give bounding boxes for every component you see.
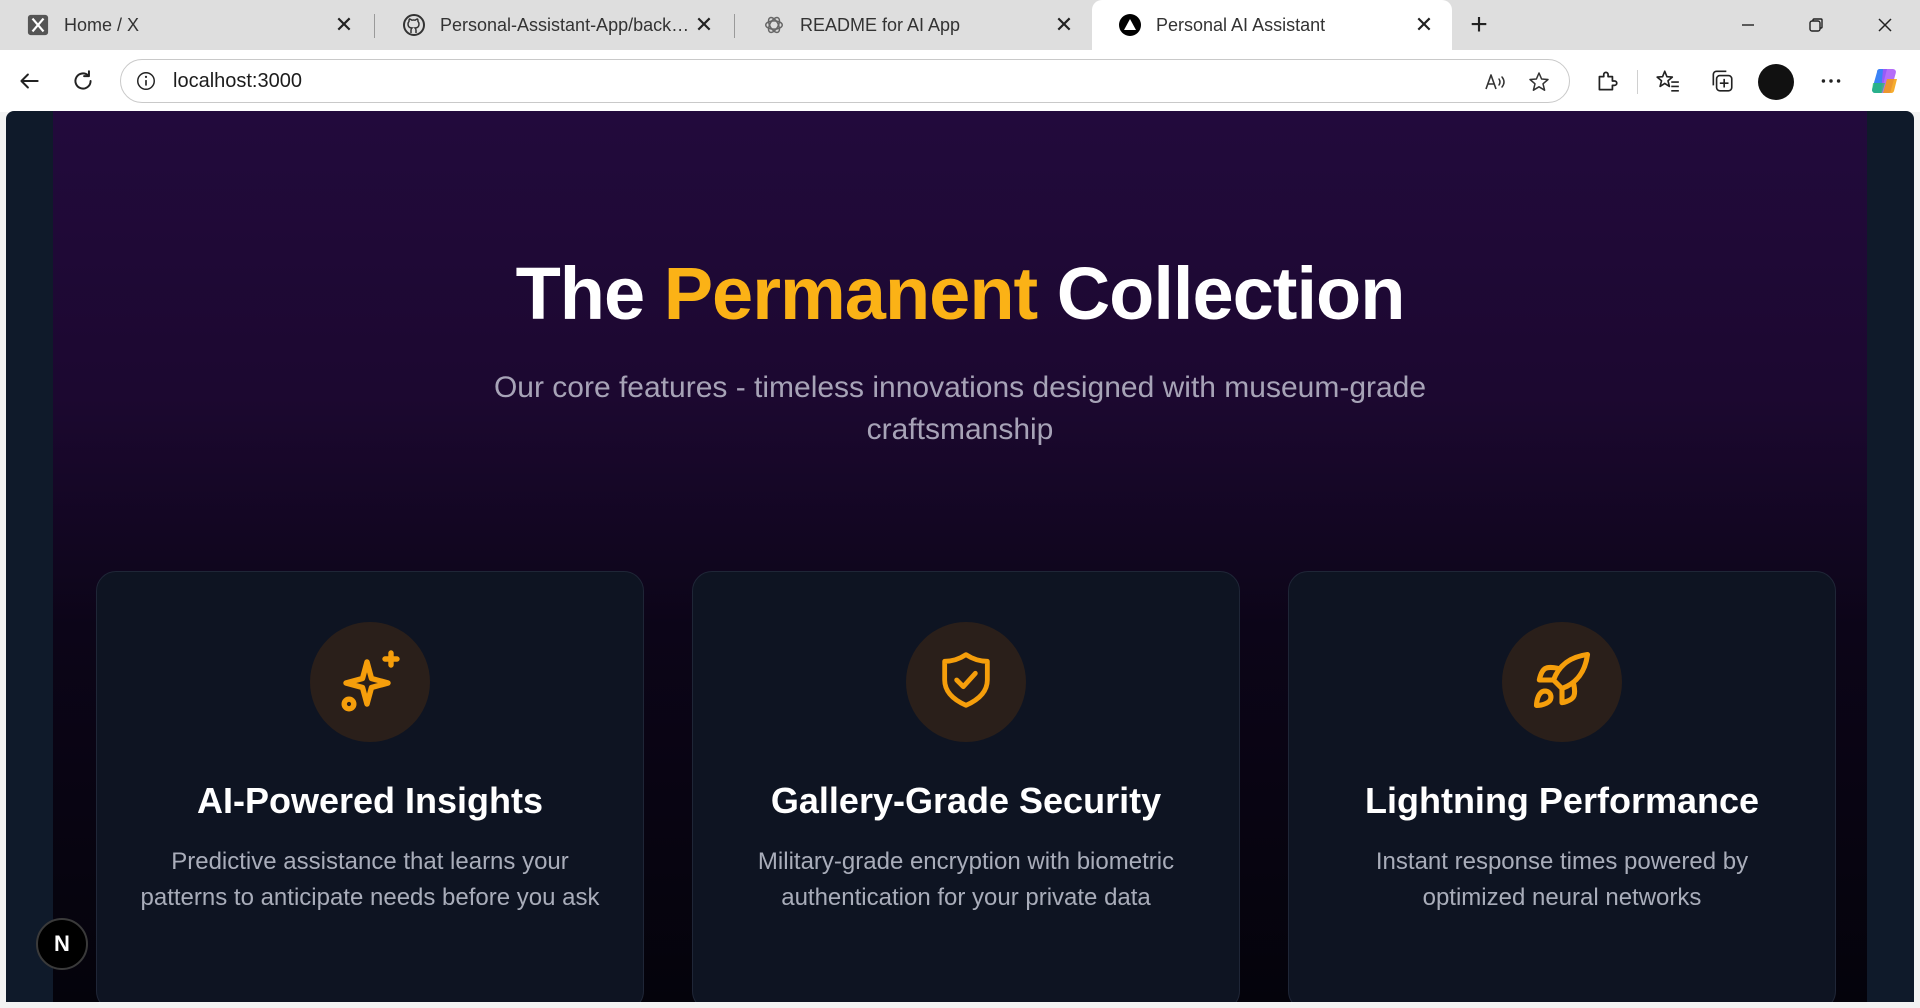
page-viewport: The Permanent Collection Our core featur… [6,111,1914,1002]
refresh-button[interactable] [64,62,102,100]
close-icon[interactable]: ✕ [690,11,718,39]
tab-divider [374,14,375,38]
shield-check-icon [934,648,998,717]
read-aloud-icon[interactable] [1481,68,1509,96]
tab-strip: Home / X ✕ Personal-Assistant-App/backen… [0,0,1920,50]
tab-title: README for AI App [800,14,961,35]
vercel-triangle-icon [1118,13,1142,37]
openai-icon [762,13,786,37]
heading-accent-word: Permanent [663,252,1038,335]
close-icon[interactable]: ✕ [1410,11,1438,39]
nextjs-badge-label: N [54,931,70,956]
tab-personal-ai-assistant[interactable]: Personal AI Assistant ✕ [1092,0,1452,50]
feature-card: Lightning Performance Instant response t… [1288,571,1836,1002]
tab-readme[interactable]: README for AI App ✕ [736,0,1092,50]
section-subtitle: Our core features - timeless innovations… [493,371,1427,446]
close-window-button[interactable] [1850,0,1920,50]
heading-word: The [515,252,646,335]
site-info-icon[interactable] [133,68,159,94]
tab-home-x[interactable]: Home / X ✕ [0,0,372,50]
tab-title: Home / X [64,14,140,35]
restore-button[interactable] [1781,0,1851,50]
feature-title: AI-Powered Insights [196,780,544,821]
extensions-icon[interactable] [1588,62,1626,100]
section-heading: The Permanent Collection [53,251,1867,336]
close-icon[interactable]: ✕ [1050,11,1078,39]
back-button[interactable] [10,62,48,100]
feature-description: Military-grade encryption with biometric… [757,848,1175,911]
feature-card: AI-Powered Insights Predictive assistanc… [96,571,644,1002]
feature-title: Gallery-Grade Security [770,780,1162,821]
features-section: The Permanent Collection Our core featur… [53,111,1867,1002]
favorite-star-icon[interactable] [1525,68,1553,96]
close-icon[interactable]: ✕ [330,11,358,39]
tab-divider [734,14,735,38]
profile-avatar[interactable] [1758,64,1794,100]
rocket-icon [1528,646,1596,719]
copilot-icon[interactable] [1866,62,1904,100]
sparkles-icon [334,644,406,721]
tab-title: Personal AI Assistant [1156,14,1326,35]
tab-github[interactable]: Personal-Assistant-App/backend/ ✕ [376,0,732,50]
github-icon [402,13,426,37]
favorites-icon[interactable] [1649,62,1687,100]
browser-toolbar: localhost:3000 [0,50,1920,112]
feature-icon-circle [310,622,430,742]
feature-icon-circle [1502,622,1622,742]
collections-icon[interactable] [1703,62,1741,100]
more-options-icon[interactable] [1812,62,1850,100]
minimize-button[interactable] [1713,0,1783,50]
toolbar-divider [1637,70,1638,94]
feature-description: Instant response times powered by optimi… [1375,848,1749,911]
feature-card: Gallery-Grade Security Military-grade en… [692,571,1240,1002]
feature-title: Lightning Performance [1364,780,1760,821]
feature-icon-circle [906,622,1026,742]
new-tab-button[interactable]: + [1462,8,1496,42]
heading-word: Collection [1056,252,1406,335]
x-logo-icon [26,13,50,37]
tab-title: Personal-Assistant-App/backend/ [440,14,690,35]
feature-description: Predictive assistance that learns your p… [140,848,600,911]
address-bar[interactable]: localhost:3000 [120,59,1570,103]
url-text[interactable]: localhost:3000 [173,70,302,93]
nextjs-dev-badge[interactable]: N [36,918,88,970]
